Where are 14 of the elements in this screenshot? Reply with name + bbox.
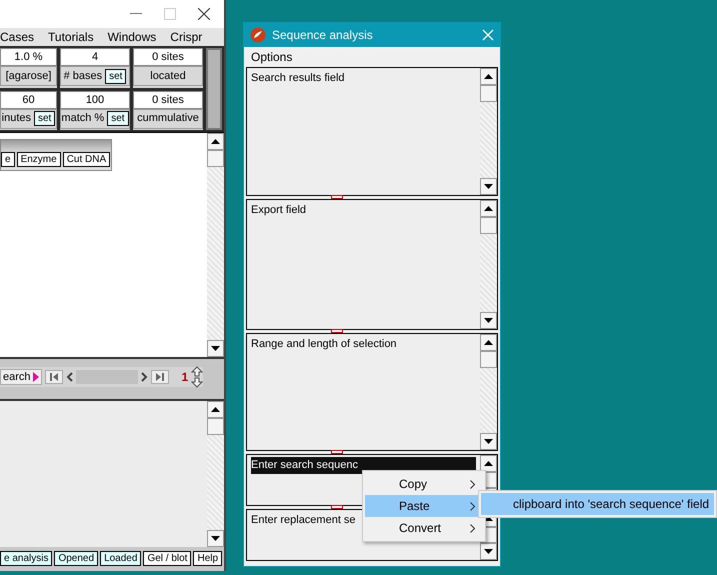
readout-value: 4 [60,48,130,66]
readout-label: # bases [64,68,102,84]
readout-label: located [150,68,186,84]
readout-value: 100 [60,90,130,108]
readout-value: 1.0 % [0,48,57,66]
readout-label: inutes [2,111,31,126]
position-number: 1 [182,369,188,386]
readout-value: 0 sites [133,48,203,66]
readout-value: 60 [0,90,57,108]
window-title: Sequence analysis [272,27,374,44]
readout-label: cummulative [137,111,199,126]
readout-label: match % [61,111,104,126]
readout-label: [agarose] [6,68,52,84]
readout-value: 0 sites [133,90,203,108]
